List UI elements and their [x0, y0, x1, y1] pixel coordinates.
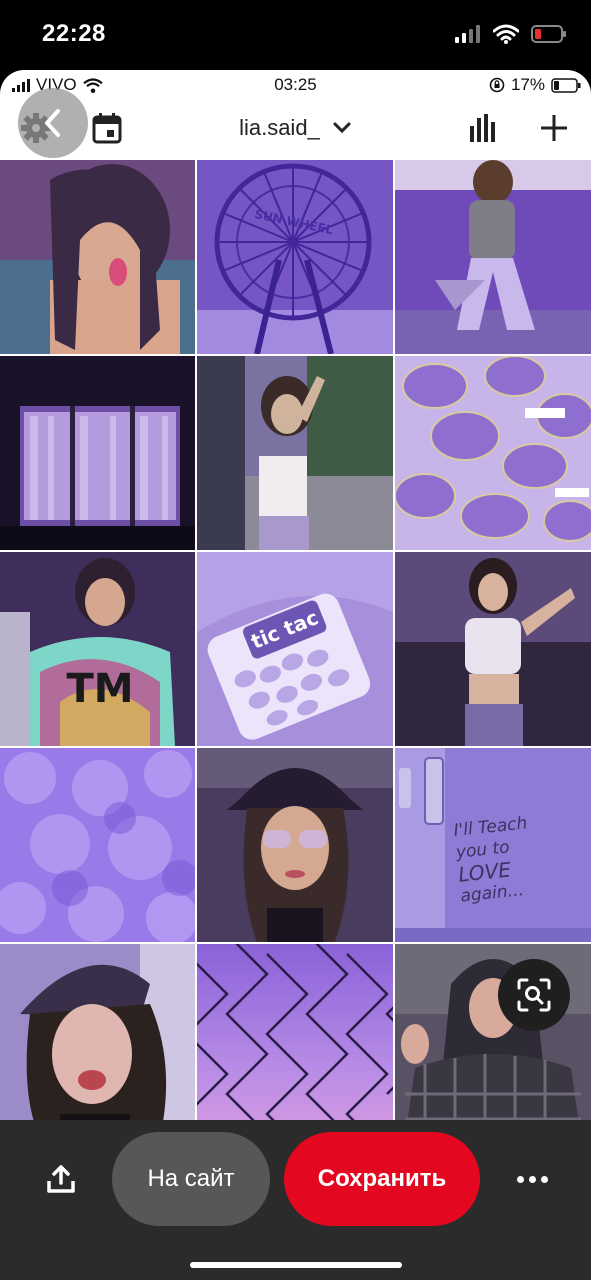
grid-post-1[interactable] — [0, 160, 195, 354]
inner-status-right: 17% — [489, 75, 581, 95]
photo-street-pose — [197, 356, 393, 550]
home-indicator — [190, 1262, 402, 1268]
more-button[interactable] — [504, 1154, 560, 1204]
chevron-down-icon — [333, 122, 351, 134]
device-status-icons — [455, 24, 567, 44]
wifi-icon — [493, 24, 519, 44]
photo-bucket-hat-selfie — [197, 748, 393, 942]
photo-purple-sunglasses — [395, 356, 591, 550]
profile-username-dropdown[interactable]: lia.said_ — [0, 114, 591, 141]
share-icon — [47, 1165, 75, 1193]
grid-post-5[interactable] — [197, 356, 393, 550]
grid-post-11[interactable] — [197, 748, 393, 942]
photo-tic-tac-box: tic tac — [197, 552, 393, 746]
photo-ferris-wheel: SUN WHEEL — [197, 160, 393, 354]
pin-action-bar: На сайт Сохранить — [0, 1120, 591, 1280]
grid-post-2[interactable]: SUN WHEEL — [197, 160, 393, 354]
photo-cap-selfie — [0, 944, 195, 1120]
photo-window-curtains — [0, 356, 195, 550]
battery-low-icon — [531, 25, 566, 43]
battery-percent: 17% — [510, 75, 545, 94]
share-button[interactable] — [36, 1154, 86, 1204]
device-time: 22:28 — [42, 20, 106, 47]
grid-post-8[interactable]: tic tac — [197, 552, 393, 746]
signal-icon — [455, 25, 480, 43]
profile-app-bar: lia.said_ — [0, 88, 591, 160]
rotation-lock-icon — [489, 77, 505, 93]
grid-post-13[interactable] — [0, 944, 195, 1120]
photo-girl-on-bench — [395, 160, 591, 354]
grid-post-14[interactable] — [197, 944, 393, 1120]
username-text: lia.said_ — [239, 115, 320, 141]
grid-post-4[interactable] — [0, 356, 195, 550]
photo-selfie-tongue — [0, 160, 195, 354]
plus-icon[interactable] — [540, 114, 568, 142]
grid-post-3[interactable] — [395, 160, 591, 354]
wall-writing-text: I'll Teach you to LOVE again... — [453, 812, 536, 907]
photo-chain-fence-sky — [197, 944, 393, 1120]
grid-post-7[interactable]: TM — [0, 552, 195, 746]
analytics-icon[interactable] — [469, 112, 497, 144]
svg-text:TM: TM — [66, 666, 133, 712]
battery-icon — [551, 77, 581, 93]
grid-post-12[interactable]: I'll Teach you to LOVE again... — [395, 748, 591, 942]
instagram-profile-screenshot: VIVO 03:25 17% lia.said_ SUN WHEEL TM ti… — [0, 70, 591, 1120]
photo-plaid-shirt — [395, 944, 591, 1120]
photo-purple-balloons — [0, 748, 195, 942]
photo-crop-top-pose — [395, 552, 591, 746]
photo-tie-dye-shirt: TM — [0, 552, 195, 746]
grid-post-10[interactable] — [0, 748, 195, 942]
visit-site-button[interactable]: На сайт — [112, 1132, 270, 1226]
inner-status-bar: VIVO 03:25 17% — [0, 70, 591, 100]
grid-post-6[interactable] — [395, 356, 591, 550]
save-button[interactable]: Сохранить — [284, 1132, 480, 1226]
visual-search-button[interactable] — [498, 959, 570, 1031]
grid-post-9[interactable] — [395, 552, 591, 746]
grid-post-15[interactable] — [395, 944, 591, 1120]
visual-search-icon — [517, 978, 551, 1012]
device-status-bar: 22:28 — [0, 0, 591, 70]
more-icon — [516, 1175, 548, 1183]
